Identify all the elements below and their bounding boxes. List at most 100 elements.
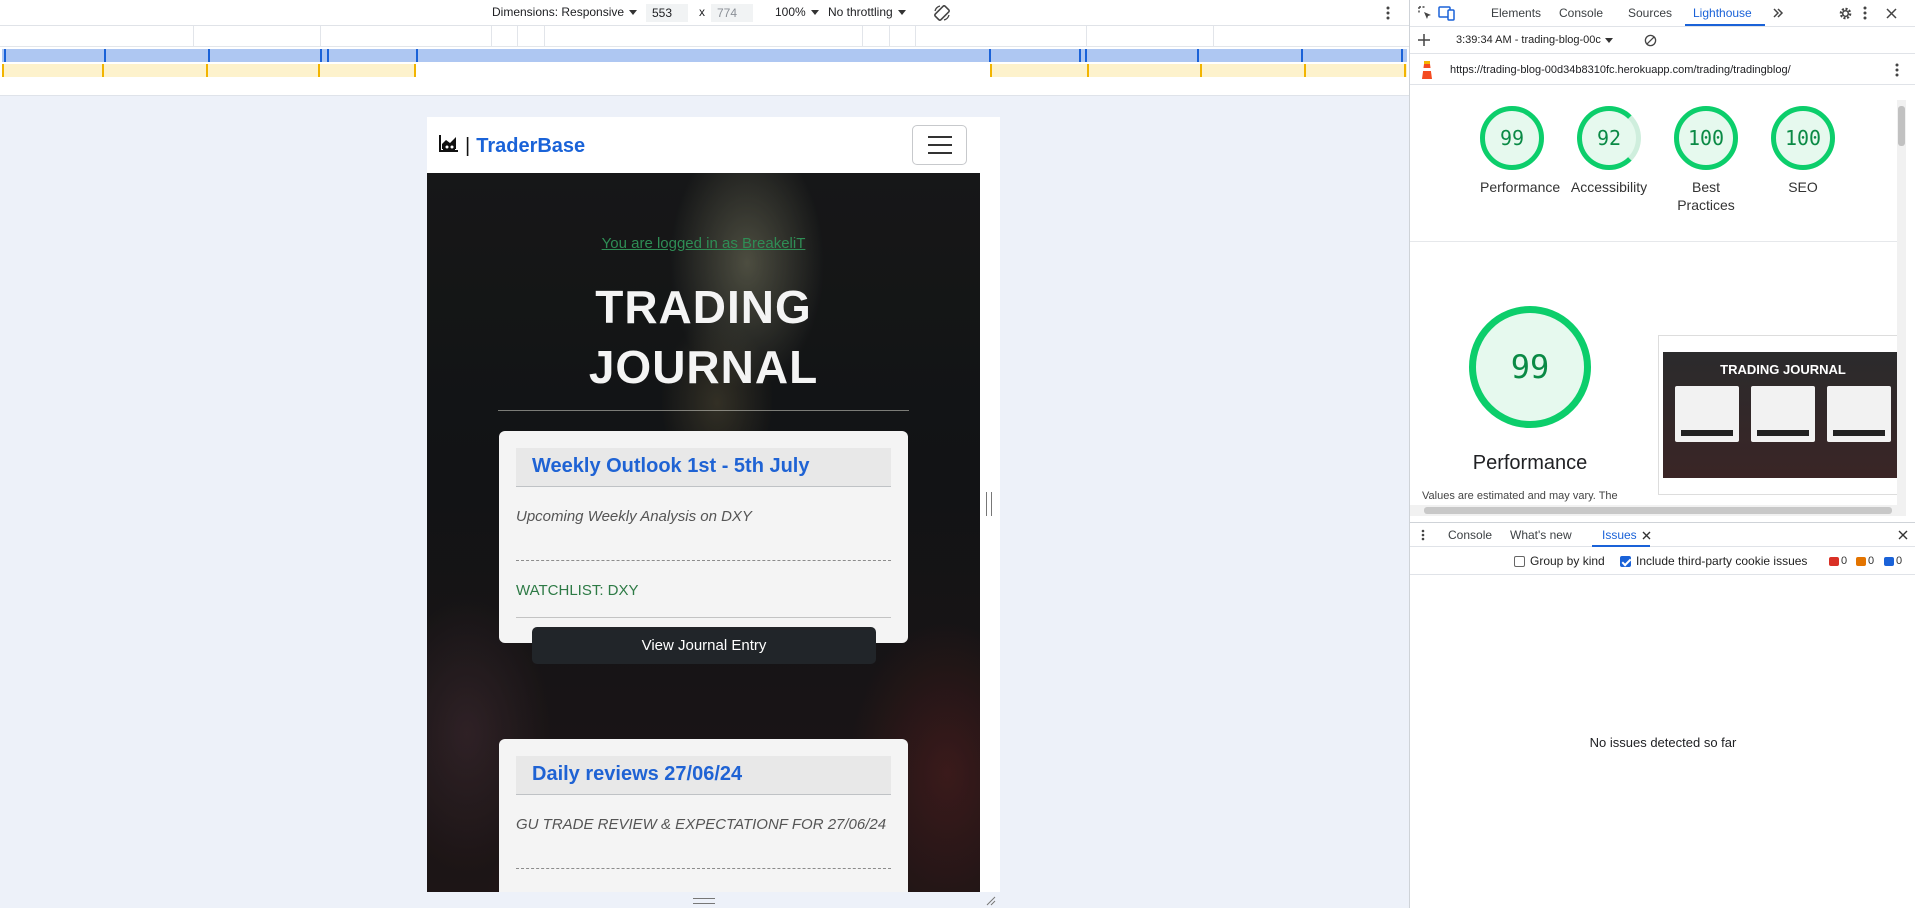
close-tab-icon[interactable] (1640, 528, 1652, 542)
score-gauge-best-practices[interactable]: 100 Best Practices (1674, 106, 1738, 214)
drawer-tab-whats-new[interactable]: What's new (1510, 528, 1572, 542)
max-width-media-queries[interactable] (2, 49, 1407, 62)
score-label: Performance (1480, 179, 1561, 195)
checkbox-label: Group by kind (1530, 554, 1605, 568)
throttling-label: No throttling (828, 5, 893, 19)
tab-lighthouse[interactable]: Lighthouse (1693, 6, 1752, 20)
score-gauge-seo[interactable]: 100 SEO (1771, 106, 1835, 196)
more-vert-icon[interactable] (1418, 527, 1428, 543)
active-tab-indicator (1685, 24, 1765, 26)
divider (516, 617, 891, 618)
checkbox-unchecked[interactable] (1514, 555, 1525, 567)
issues-toolbar: Group by kind Include third-party cookie… (1410, 548, 1915, 575)
report-selector[interactable]: 3:39:34 AM - trading-blog-00c (1456, 34, 1613, 46)
dimensions-dropdown[interactable]: Dimensions: Responsive (492, 5, 638, 19)
warning-count[interactable]: 0 (1856, 555, 1874, 567)
card-subtitle: Upcoming Weekly Analysis on DXY (516, 508, 752, 525)
include-third-party-checkbox[interactable]: Include third-party cookie issues (1620, 554, 1807, 568)
zoom-dropdown[interactable]: 100% (775, 5, 819, 19)
no-issues-message: No issues detected so far (1589, 735, 1737, 750)
score-label: SEO (1788, 179, 1818, 195)
device-viewport: | TraderBase You are logged in as Breake… (427, 117, 1000, 892)
score-gauge-accessibility[interactable]: 92 Accessibility (1571, 106, 1647, 196)
device-toggle-icon[interactable] (1438, 4, 1456, 22)
drawer-tabbar: Console What's new Issues (1410, 522, 1915, 547)
media-query-bars (0, 26, 1409, 96)
close-icon[interactable] (1882, 4, 1900, 22)
devtools-tabbar: Elements Console Sources Lighthouse (1410, 0, 1915, 27)
card-subtitle: GU TRADE REVIEW & EXPECTATIONF FOR 27/06… (516, 816, 887, 833)
report-time: 3:39:34 AM - trading-blog-00c (1456, 34, 1601, 46)
tab-elements[interactable]: Elements (1491, 6, 1541, 20)
close-icon[interactable] (1896, 528, 1910, 542)
hero-section: You are logged in as BreakeliT TRADING J… (427, 173, 980, 892)
chart-area-icon (439, 133, 459, 159)
performance-score-gauge: 99 (1469, 306, 1591, 428)
more-vert-icon[interactable] (1381, 3, 1395, 23)
device-emulation-area: Dimensions: Responsive 553 x 774 100% No… (0, 0, 1409, 908)
tab-console[interactable]: Console (1559, 6, 1603, 20)
divider (498, 410, 909, 411)
devtools-panel: Elements Console Sources Lighthouse 3:39… (1409, 0, 1915, 908)
more-vert-icon[interactable] (1858, 4, 1872, 22)
info-icon (1884, 556, 1894, 566)
inspect-element-icon[interactable] (1416, 4, 1434, 22)
performance-heading: Performance (1472, 452, 1588, 474)
final-screenshot-thumbnail[interactable]: TRADING JOURNAL (1658, 335, 1906, 495)
width-input[interactable]: 553 (646, 4, 688, 22)
gear-icon[interactable] (1836, 4, 1854, 22)
throttling-dropdown[interactable]: No throttling (828, 5, 906, 19)
logged-in-link[interactable]: You are logged in as BreakeliT (427, 235, 980, 252)
lighthouse-report: 99 Performance 92 Accessibility 100 Best… (1410, 86, 1906, 506)
drawer-tab-console[interactable]: Console (1448, 528, 1492, 542)
menu-toggle-button[interactable] (912, 125, 967, 165)
dimensions-label: Dimensions: Responsive (492, 5, 625, 19)
group-by-kind-checkbox[interactable]: Group by kind (1514, 554, 1605, 568)
chevron-down-icon (897, 9, 906, 15)
brand-link[interactable]: | TraderBase (439, 133, 585, 159)
info-count[interactable]: 0 (1884, 555, 1902, 567)
horizontal-scrollbar[interactable] (1410, 505, 1906, 516)
resize-corner-icon[interactable] (984, 894, 996, 906)
checkbox-label: Include third-party cookie issues (1636, 554, 1808, 568)
audited-url-bar: https://trading-blog-00d34b8310fc.heroku… (1410, 55, 1915, 85)
error-icon (1829, 556, 1839, 566)
plus-icon[interactable] (1416, 32, 1432, 48)
more-vert-icon[interactable] (1890, 61, 1904, 79)
card-header: Weekly Outlook 1st - 5th July (516, 448, 891, 487)
score-gauge-performance[interactable]: 99 Performance (1480, 106, 1561, 196)
tab-sources[interactable]: Sources (1628, 6, 1672, 20)
divider (1410, 241, 1906, 242)
site-navbar: | TraderBase (427, 117, 980, 173)
view-journal-entry-button[interactable]: View Journal Entry (532, 627, 876, 664)
error-count[interactable]: 0 (1829, 555, 1847, 567)
min-width-media-queries[interactable] (0, 64, 1409, 77)
checkbox-checked[interactable] (1620, 555, 1631, 567)
score-value: 99 (1480, 106, 1544, 170)
audited-url[interactable]: https://trading-blog-00d34b8310fc.heroku… (1450, 64, 1791, 76)
clear-icon[interactable] (1642, 32, 1658, 48)
journal-entry-card: Weekly Outlook 1st - 5th July Upcoming W… (499, 431, 908, 664)
active-tab-indicator (1592, 545, 1650, 547)
card-title[interactable]: Weekly Outlook 1st - 5th July (532, 455, 809, 478)
score-label: Accessibility (1570, 179, 1648, 195)
warning-icon (1856, 556, 1866, 566)
height-input[interactable]: 774 (711, 4, 753, 22)
chevron-double-right-icon[interactable] (1770, 4, 1786, 22)
vertical-scrollbar[interactable] (1897, 100, 1906, 510)
hamburger-icon (927, 136, 952, 138)
rotate-icon[interactable] (932, 3, 952, 23)
journal-entry-card: Daily reviews 27/06/24 GU TRADE REVIEW &… (499, 739, 908, 892)
lighthouse-logo-icon (1418, 60, 1436, 80)
card-title[interactable]: Daily reviews 27/06/24 (532, 763, 742, 786)
ruler (0, 26, 1409, 47)
chevron-down-icon (810, 9, 819, 15)
drawer-tab-issues[interactable]: Issues (1602, 528, 1637, 542)
height-value[interactable]: 774 (711, 4, 753, 22)
width-value[interactable]: 553 (646, 4, 688, 22)
page-title: TRADING JOURNAL (427, 277, 980, 397)
resize-handle-right[interactable] (986, 492, 992, 516)
divider (516, 868, 891, 869)
lighthouse-toolbar: 3:39:34 AM - trading-blog-00c (1410, 28, 1915, 54)
resize-handle-bottom[interactable] (693, 898, 715, 904)
